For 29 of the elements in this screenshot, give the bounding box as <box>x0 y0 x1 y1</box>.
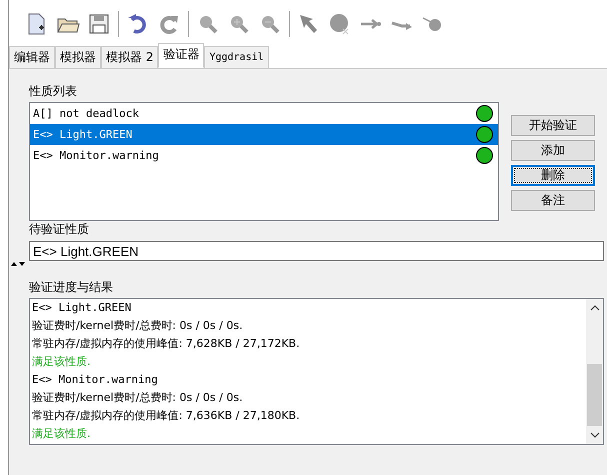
output-line: 满足该性质. <box>32 426 92 442</box>
output-line: 验证费时/kernel费时/总费时: 0s / 0s / 0s. <box>32 390 244 406</box>
output-line: 常驻内存/虚拟内存的使用峰值: 7,636KB / 27,180KB. <box>32 408 301 424</box>
tab[interactable]: Yggdrasil <box>204 46 269 68</box>
output-line: 验证费时/kernel费时/总费时: 0s / 0s / 0s. <box>32 318 244 334</box>
property-item[interactable]: E<> Monitor.warning <box>30 145 498 166</box>
action-button[interactable]: 备注 <box>511 190 595 211</box>
property-item[interactable]: E<> Light.GREEN <box>30 124 498 145</box>
output-line: 常驻内存/虚拟内存的使用峰值: 7,628KB / 27,172KB. <box>32 336 301 352</box>
tab[interactable]: 编辑器 <box>9 46 55 68</box>
tab[interactable]: 模拟器 <box>55 46 101 68</box>
output-line: 满足该性质. <box>32 354 92 370</box>
section-title: 验证进度与结果 <box>29 279 114 296</box>
scroll-up-icon[interactable] <box>590 305 600 311</box>
property-item[interactable]: A[] not deadlock <box>30 103 498 124</box>
splitter-arrows-icon[interactable] <box>11 261 25 267</box>
tab[interactable]: 模拟器 2 <box>101 46 158 68</box>
section-title: 性质列表 <box>29 83 78 100</box>
query-field[interactable]: E<> Light.GREEN <box>29 241 604 261</box>
action-button[interactable]: 添加 <box>511 140 595 161</box>
section-title: 待验证性质 <box>29 221 90 238</box>
action-button[interactable]: 开始验证 <box>511 115 595 136</box>
save-icon[interactable] <box>87 12 111 36</box>
output-line: E<> Monitor.warning <box>32 372 159 388</box>
action-button[interactable]: 删除 <box>511 165 595 186</box>
tab[interactable]: 验证器 <box>158 43 204 68</box>
scroll-down-icon[interactable] <box>590 432 600 438</box>
scrollbar[interactable] <box>586 299 603 444</box>
output-line: E<> Light.GREEN <box>32 300 132 316</box>
